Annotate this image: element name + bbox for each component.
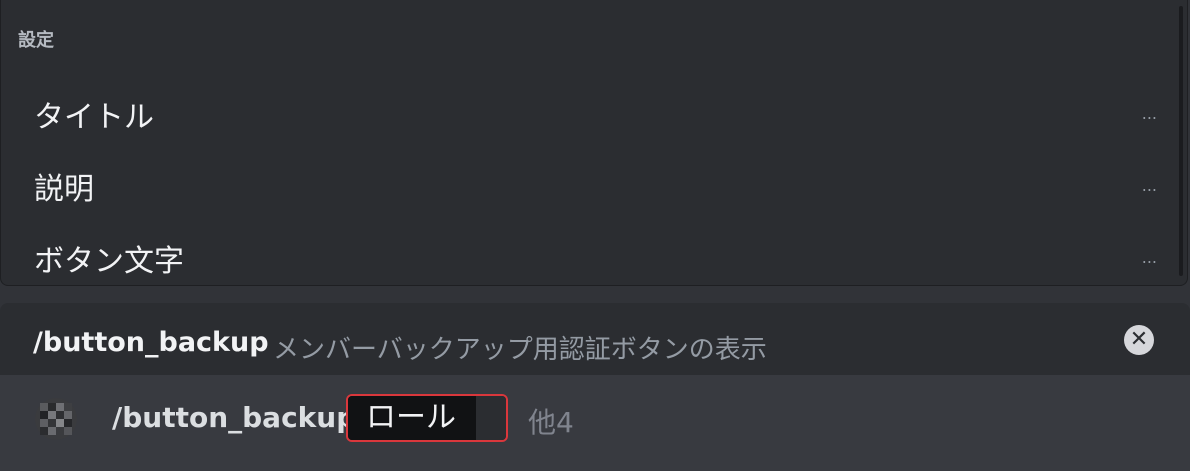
option-label: タイトル [34,100,154,135]
option-ellipsis: ... [1141,104,1157,123]
option-item-description[interactable]: 説明 ... [1,156,1177,212]
option-item-title[interactable]: タイトル ... [1,84,1177,140]
options-scrollbar[interactable] [1179,6,1183,276]
option-ellipsis: ... [1141,248,1157,267]
options-section-title: 設定 [18,30,54,51]
command-description: メンバーバックアップ用認証ボタンの表示 [273,335,767,365]
command-options-popup: 設定 タイトル ... 説明 ... ボタン文字 ... [0,0,1188,286]
discord-chat-view: 設定 タイトル ... 説明 ... ボタン文字 ... /button_bac… [0,0,1190,471]
option-item-button-text[interactable]: ボタン文字 ... [1,228,1177,284]
option-label: 説明 [34,172,94,207]
input-command-text: /button_backup [112,401,357,434]
parameter-value-field[interactable] [476,396,506,440]
role-parameter-pill[interactable]: ロール [346,394,508,442]
command-name: /button_backup [33,327,269,358]
parameter-label: ロール [348,396,476,440]
message-input-bar[interactable]: /button_backup ロール 他4 [0,375,1190,471]
option-label: ボタン文字 [34,244,184,279]
bot-avatar-icon [35,398,77,440]
close-icon[interactable]: ✕ [1124,325,1154,355]
option-ellipsis: ... [1141,176,1157,195]
more-parameters-label[interactable]: 他4 [528,401,574,441]
